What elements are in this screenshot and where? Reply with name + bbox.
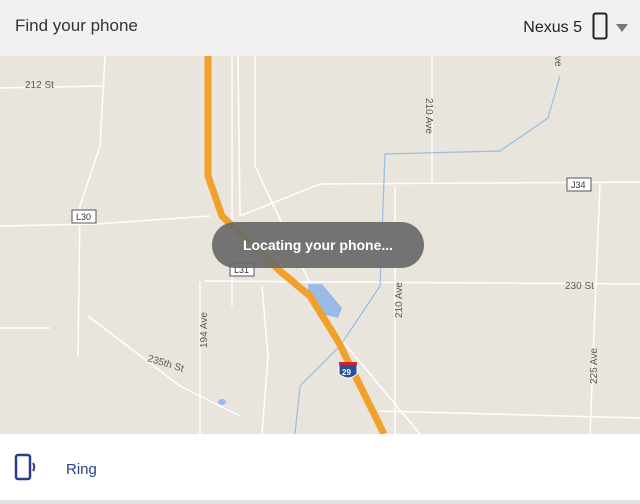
device-name: Nexus 5 bbox=[523, 19, 582, 36]
route-label-j34: J34 bbox=[571, 180, 586, 190]
map-label-210-ave-top: 210 Ave bbox=[423, 98, 434, 134]
ring-phone-icon bbox=[14, 452, 40, 487]
pond-small bbox=[218, 399, 226, 405]
action-panel: Ring bbox=[0, 434, 640, 500]
status-toast: Locating your phone... bbox=[212, 222, 424, 268]
map-label-210-ave-bottom: 210 Ave bbox=[394, 282, 405, 318]
chevron-down-icon[interactable] bbox=[616, 19, 628, 37]
interstate-shield-top bbox=[339, 362, 357, 365]
ring-label: Ring bbox=[66, 461, 97, 478]
map-label-235th-st: 235th St bbox=[146, 353, 185, 374]
map-label-ave-top: ve bbox=[552, 56, 563, 67]
map-label-194-ave: 194 Ave bbox=[199, 312, 210, 348]
device-selector[interactable]: Nexus 5 bbox=[523, 12, 628, 44]
ring-button[interactable]: Ring bbox=[14, 452, 97, 487]
map-label-230-st: 230 St bbox=[565, 281, 594, 292]
phone-icon bbox=[592, 12, 608, 45]
route-label-l30: L30 bbox=[76, 212, 91, 222]
interstate-label: 29 bbox=[342, 368, 351, 377]
page-title: Find your phone bbox=[15, 16, 138, 35]
map-label-225-ave: 225 Ave bbox=[589, 348, 600, 384]
map-label-212-st: 212 St bbox=[25, 80, 54, 91]
divider bbox=[0, 500, 640, 504]
app-header: Find your phone Nexus 5 bbox=[0, 0, 640, 56]
